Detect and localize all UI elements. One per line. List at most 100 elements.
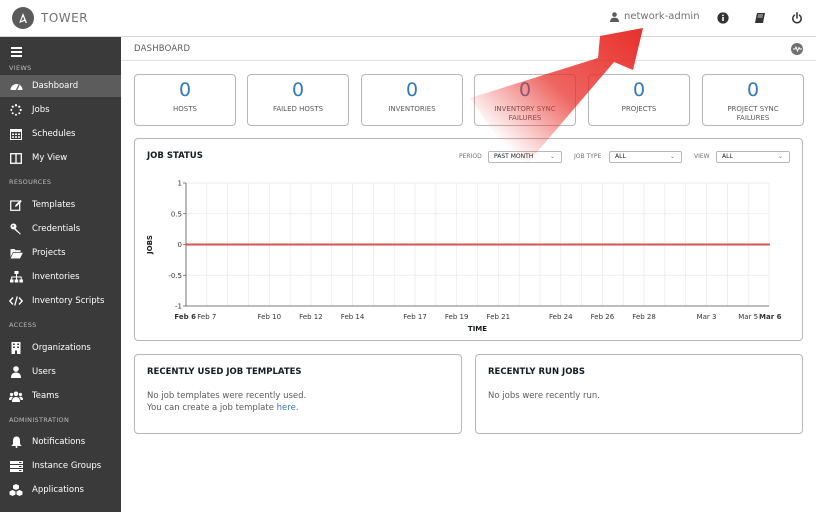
- book-icon[interactable]: [752, 10, 768, 26]
- tachometer-icon: [9, 79, 23, 93]
- count-card-projects[interactable]: 0 PROJECTS: [588, 74, 690, 126]
- job-status-chart: 1 0.5 0 -0.5 -1 Feb 6 Feb 7 Feb 10 Feb 12 Feb 14 F…: [146, 180, 782, 334]
- data-point: [643, 243, 646, 246]
- x-tick-label: Feb 12: [299, 313, 323, 321]
- x-tick-label: Feb 28: [632, 313, 656, 321]
- sidebar-item-inventory-scripts[interactable]: Inventory Scripts: [0, 290, 121, 312]
- count-value: 0: [405, 79, 419, 101]
- logo[interactable]: TOWER: [12, 7, 88, 29]
- count-card-hosts[interactable]: 0 HOSTS: [134, 74, 236, 126]
- recent-templates-text: No job templates were recently used. You…: [147, 391, 307, 413]
- user-icon: [610, 11, 619, 22]
- sidebar-item-organizations[interactable]: Organizations: [0, 337, 121, 359]
- section-views: VIEWS: [9, 64, 32, 72]
- ansible-logo-icon: [12, 7, 34, 29]
- key-icon: [9, 222, 23, 236]
- sidebar-item-jobs[interactable]: Jobs: [0, 99, 121, 121]
- data-point: [580, 243, 583, 246]
- app-name: TOWER: [41, 11, 89, 25]
- count-card-project-sync-failures[interactable]: 0 PROJECT SYNC FAILURES: [702, 74, 804, 126]
- x-tick-label: Feb 26: [591, 313, 615, 321]
- data-point: [684, 243, 687, 246]
- x-tick-label: Mar 3: [697, 313, 717, 321]
- x-tick-label: Feb 19: [445, 313, 469, 321]
- data-point: [601, 243, 604, 246]
- data-point: [351, 243, 354, 246]
- data-point: [205, 243, 208, 246]
- data-point: [330, 243, 333, 246]
- data-point: [518, 243, 521, 246]
- section-administration: ADMINISTRATION: [9, 416, 70, 424]
- recent-templates-title: RECENTLY USED JOB TEMPLATES: [147, 367, 302, 377]
- sidebar-item-projects[interactable]: Projects: [0, 242, 121, 264]
- power-icon[interactable]: [789, 10, 805, 26]
- count-card-inventory-sync-failures[interactable]: 0 INVENTORY SYNC FAILURES: [474, 74, 576, 126]
- data-point: [768, 243, 770, 246]
- columns-icon: [9, 151, 23, 165]
- data-point: [559, 243, 562, 246]
- y-tick-label: 0: [178, 241, 182, 249]
- data-point: [185, 243, 187, 246]
- info-icon[interactable]: [715, 10, 731, 26]
- data-point: [414, 243, 417, 246]
- bell-icon: [9, 435, 23, 449]
- count-label: HOSTS: [173, 105, 197, 113]
- count-card-failed-hosts[interactable]: 0 FAILED HOSTS: [247, 74, 349, 126]
- x-tick-label: Feb 24: [549, 313, 573, 321]
- sidebar-item-credentials[interactable]: Credentials: [0, 218, 121, 240]
- sidebar-item-notifications[interactable]: Notifications: [0, 431, 121, 453]
- sidebar-item-templates[interactable]: Templates: [0, 194, 121, 216]
- sidebar-item-inventories[interactable]: Inventories: [0, 266, 121, 288]
- data-point: [289, 243, 292, 246]
- menu-toggle-icon[interactable]: [11, 42, 22, 61]
- data-point: [622, 243, 625, 246]
- count-label: INVENTORY SYNC FAILURES: [494, 105, 556, 122]
- sidebar-item-users[interactable]: Users: [0, 361, 121, 383]
- data-point: [726, 243, 729, 246]
- y-axis-label: JOBS: [146, 235, 154, 255]
- y-tick-label: -1: [175, 303, 182, 311]
- user-menu[interactable]: network-admin: [610, 11, 700, 22]
- count-value: 0: [746, 79, 760, 101]
- code-icon: [9, 294, 23, 308]
- data-point: [247, 243, 250, 246]
- data-point: [372, 243, 375, 246]
- section-access: ACCESS: [9, 321, 37, 329]
- sidebar-item-my-view[interactable]: My View: [0, 147, 121, 169]
- data-point: [497, 243, 500, 246]
- x-axis-label: TIME: [468, 325, 487, 333]
- data-point: [309, 243, 312, 246]
- count-card-inventories[interactable]: 0 INVENTORIES: [361, 74, 463, 126]
- x-tick-label: Feb 21: [487, 313, 511, 321]
- breadcrumb-bar: DASHBOARD: [121, 37, 816, 61]
- activity-stream-icon[interactable]: [791, 43, 803, 55]
- data-point: [476, 243, 479, 246]
- y-tick-label: 0.5: [171, 210, 182, 218]
- sidebar-item-teams[interactable]: Teams: [0, 385, 121, 407]
- data-point: [705, 243, 708, 246]
- calendar-icon: [9, 127, 23, 141]
- count-value: 0: [518, 79, 532, 101]
- building-icon: [9, 341, 23, 355]
- data-point: [393, 243, 396, 246]
- sidebar-item-applications[interactable]: Applications: [0, 479, 121, 501]
- count-label: PROJECTS: [621, 105, 657, 113]
- recent-jobs-title: RECENTLY RUN JOBS: [488, 367, 586, 377]
- data-point: [538, 243, 541, 246]
- spinner-icon: [9, 103, 23, 117]
- sidebar-item-instance-groups[interactable]: Instance Groups: [0, 455, 121, 477]
- create-template-link[interactable]: here: [277, 403, 296, 413]
- count-label: FAILED HOSTS: [272, 105, 324, 113]
- x-tick-label: Feb 14: [341, 313, 365, 321]
- y-tick-label: 1: [178, 180, 182, 188]
- sidebar-item-schedules[interactable]: Schedules: [0, 123, 121, 145]
- cubes-icon: [9, 483, 23, 497]
- data-point: [226, 243, 229, 246]
- count-value: 0: [178, 79, 192, 101]
- count-value: 0: [291, 79, 305, 101]
- x-tick-label: Feb 7: [197, 313, 216, 321]
- x-tick-label: Mar 5: [738, 313, 758, 321]
- sidebar-item-dashboard[interactable]: Dashboard: [0, 75, 121, 97]
- folder-open-icon: [9, 246, 23, 260]
- x-tick-label: Feb 10: [258, 313, 282, 321]
